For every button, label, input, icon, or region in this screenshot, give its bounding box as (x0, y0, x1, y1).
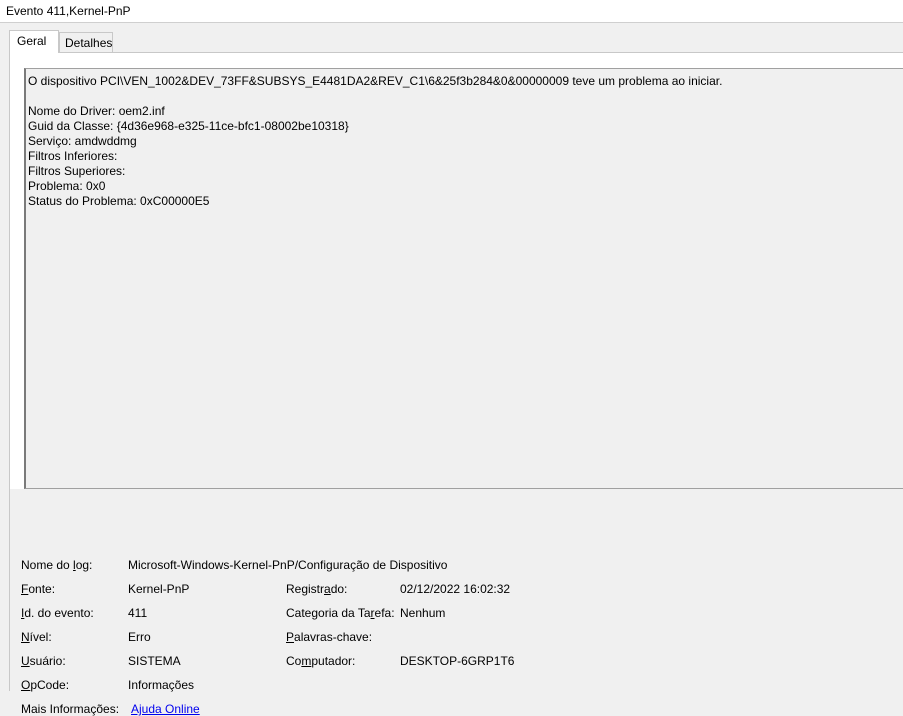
description-line: Nome do Driver: oem2.inf (28, 104, 165, 118)
more-info-label: Mais Informações: (21, 702, 120, 716)
event-id-label: Id. do evento: (21, 606, 94, 620)
event-id-value: 411 (128, 606, 148, 620)
keywords-label: Palavras-chave: (286, 630, 373, 644)
opcode-value: Informações (128, 678, 195, 692)
task-category-value: Nenhum (400, 606, 446, 620)
window-title: Evento 411,Kernel-PnP (6, 4, 131, 18)
log-name-label: Nome do log: (21, 558, 93, 572)
description-line: Status do Problema: 0xC00000E5 (28, 194, 210, 208)
description-line: O dispositivo PCI\VEN_1002&DEV_73FF&SUBS… (28, 74, 723, 88)
description-line: Filtros Inferiores: (28, 149, 118, 163)
description-line: Filtros Superiores: (28, 164, 126, 178)
source-value: Kernel-PnP (128, 582, 190, 596)
event-description[interactable]: O dispositivo PCI\VEN_1002&DEV_73FF&SUBS… (24, 68, 903, 489)
description-line: Guid da Classe: {4d36e968-e325-11ce-bfc1… (28, 119, 349, 133)
logged-label: Registrado: (286, 582, 348, 596)
description-line: Serviço: amdwddmg (28, 134, 137, 148)
level-value: Erro (128, 630, 151, 644)
user-label: Usuário: (21, 654, 66, 668)
source-label: Fonte: (21, 582, 56, 596)
event-properties: Nome do log: Microsoft-Windows-Kernel-Pn… (10, 489, 903, 716)
computer-label: Computador: (286, 654, 356, 668)
user-value: SISTEMA (128, 654, 181, 668)
logged-value: 02/12/2022 16:02:32 (400, 582, 511, 596)
computer-value: DESKTOP-6GRP1T6 (400, 654, 515, 668)
level-label: Nível: (21, 630, 52, 644)
log-name-value: Microsoft-Windows-Kernel-PnP/Configuraçã… (128, 558, 448, 572)
task-category-label: Categoria da Tarefa: (286, 606, 395, 620)
tab-detalhes[interactable]: Detalhes (59, 32, 113, 52)
online-help-link[interactable]: Ajuda Online (131, 702, 200, 716)
tab-geral[interactable]: Geral (9, 30, 59, 53)
tab-strip: Geral Detalhes (0, 22, 903, 53)
description-line: Problema: 0x0 (28, 179, 106, 193)
general-panel: O dispositivo PCI\VEN_1002&DEV_73FF&SUBS… (9, 52, 903, 716)
description-line (28, 89, 903, 104)
window-titlebar: Evento 411,Kernel-PnP (0, 0, 903, 23)
opcode-label: OpCode: (21, 678, 70, 692)
